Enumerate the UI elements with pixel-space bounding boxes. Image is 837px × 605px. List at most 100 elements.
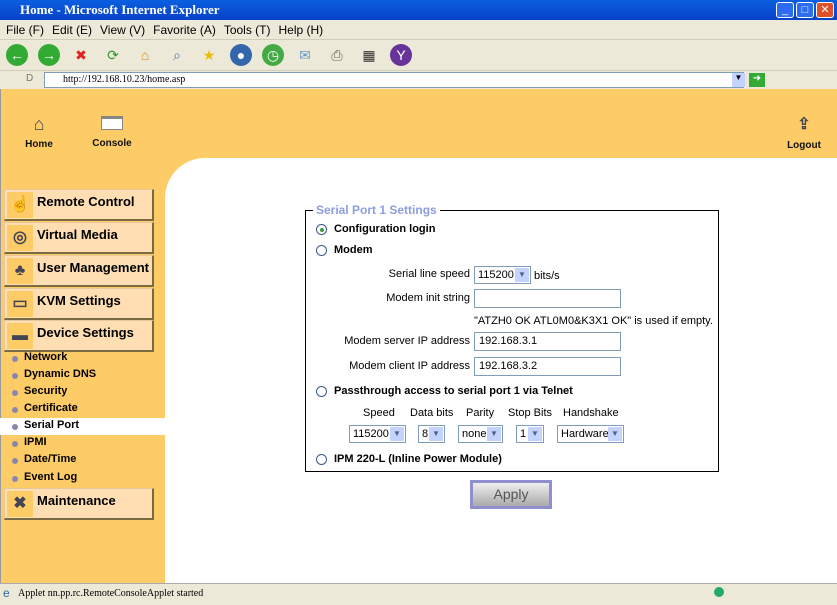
logout-icon: ⇪ bbox=[797, 116, 811, 133]
sidebar-item-certificate[interactable]: Certificate bbox=[0, 401, 165, 418]
messenger-icon[interactable]: Y bbox=[390, 44, 412, 66]
sidebar-item-security[interactable]: Security bbox=[0, 384, 165, 401]
handshake-value: Hardware bbox=[561, 428, 609, 440]
chevron-down-icon: ▼ bbox=[487, 427, 501, 441]
print-icon[interactable]: ⎙ bbox=[326, 44, 348, 66]
nav-user-management[interactable]: ♣ User Management bbox=[4, 255, 154, 287]
computer-icon: ▭ bbox=[7, 291, 33, 317]
nav-label: Virtual Media bbox=[37, 227, 118, 242]
console-label: Console bbox=[92, 138, 132, 149]
speed-value: 115200 bbox=[478, 269, 514, 281]
speed-label: Serial line speed bbox=[388, 268, 470, 280]
toolbar: ← → ✖ ⟳ ⌂ ⌕ ★ ● ◷ ✉ ⎙ ▦ Y bbox=[0, 40, 837, 71]
search-icon[interactable]: ⌕ bbox=[166, 44, 188, 66]
favorites-icon[interactable]: ★ bbox=[198, 44, 220, 66]
col-data-bits: Data bits bbox=[410, 407, 454, 419]
back-icon[interactable]: ← bbox=[6, 44, 28, 66]
media-icon[interactable]: ● bbox=[230, 44, 252, 66]
hand-icon: ☝ bbox=[7, 192, 33, 218]
nav-label: User Management bbox=[37, 260, 149, 275]
nav-label: KVM Settings bbox=[37, 293, 121, 308]
logout-link[interactable]: ⇪ Logout bbox=[782, 114, 826, 151]
stop-bits-select[interactable]: 1 ▼ bbox=[516, 425, 544, 443]
menu-file[interactable]: File (F) bbox=[6, 23, 44, 37]
internet-zone-icon bbox=[714, 587, 724, 597]
config-login-label: Configuration login bbox=[334, 223, 436, 235]
modem-init-input[interactable] bbox=[474, 289, 621, 308]
nav-device-settings[interactable]: ▬ Device Settings bbox=[4, 320, 154, 352]
house-icon: ⌂ bbox=[33, 114, 45, 134]
minimize-button[interactable]: _ bbox=[776, 2, 794, 18]
col-stop-bits: Stop Bits bbox=[508, 407, 553, 419]
chevron-down-icon: ▼ bbox=[528, 427, 542, 441]
users-icon: ♣ bbox=[7, 258, 33, 284]
device-icon: ▬ bbox=[7, 323, 33, 349]
chevron-down-icon: ▼ bbox=[429, 427, 443, 441]
stop-bits-value: 1 bbox=[520, 428, 527, 440]
data-bits-select[interactable]: 8 ▼ bbox=[418, 425, 445, 443]
stop-icon[interactable]: ✖ bbox=[70, 44, 92, 66]
apply-button[interactable]: Apply bbox=[470, 480, 552, 509]
sidebar-item-ipmi[interactable]: IPMI bbox=[0, 435, 165, 452]
address-input[interactable]: http://192.168.10.23/home.asp bbox=[44, 72, 744, 88]
ipm-label: IPM 220-L (Inline Power Module) bbox=[334, 453, 502, 465]
init-hint: "ATZH0 OK ATL0M0&K3X1 OK" is used if emp… bbox=[474, 315, 713, 327]
config-login-radio[interactable] bbox=[316, 224, 327, 235]
nav-maintenance[interactable]: ✖ Maintenance bbox=[4, 488, 154, 520]
client-ip-input[interactable]: 192.168.3.2 bbox=[474, 357, 621, 376]
refresh-icon[interactable]: ⟳ bbox=[102, 44, 124, 66]
go-icon[interactable]: ➜ bbox=[749, 73, 765, 87]
home-link[interactable]: ⌂ Home bbox=[18, 114, 60, 150]
ie-page-icon: e bbox=[3, 586, 10, 600]
nav-virtual-media[interactable]: ◎ Virtual Media bbox=[4, 222, 154, 254]
sidebar-item-serial-port[interactable]: Serial Port bbox=[0, 418, 165, 435]
sidebar-item-dynamic-dns[interactable]: Dynamic DNS bbox=[0, 367, 165, 384]
close-button[interactable]: ✕ bbox=[816, 2, 834, 18]
sidebar-item-date-time[interactable]: Date/Time bbox=[0, 452, 165, 469]
tools-icon: ✖ bbox=[7, 491, 33, 517]
address-label: D bbox=[26, 73, 34, 84]
data-bits-value: 8 bbox=[422, 428, 429, 440]
edit-icon[interactable]: ▦ bbox=[358, 44, 380, 66]
parity-select[interactable]: none ▼ bbox=[458, 425, 503, 443]
modem-radio[interactable] bbox=[316, 245, 327, 256]
handshake-select[interactable]: Hardware ▼ bbox=[557, 425, 624, 443]
nav-kvm-settings[interactable]: ▭ KVM Settings bbox=[4, 288, 154, 320]
menu-bar: File (F) Edit (E) View (V) Favorite (A) Tool… bbox=[0, 20, 837, 40]
passthrough-radio[interactable] bbox=[316, 386, 327, 397]
speed-unit: bits/s bbox=[534, 270, 560, 282]
passthrough-label: Passthrough access to serial port 1 via … bbox=[334, 385, 573, 397]
server-ip-input[interactable]: 192.168.3.1 bbox=[474, 332, 621, 351]
parity-value: none bbox=[462, 428, 487, 440]
modem-label: Modem bbox=[334, 244, 373, 256]
menu-tools[interactable]: Tools (T) bbox=[224, 23, 271, 37]
console-link[interactable]: Console bbox=[88, 114, 136, 149]
menu-favorite[interactable]: Favorite (A) bbox=[153, 23, 216, 37]
pt-speed-select[interactable]: 115200 ▼ bbox=[349, 425, 406, 443]
nav-label: Maintenance bbox=[37, 493, 116, 508]
serial-speed-select[interactable]: 115200 ▼ bbox=[474, 266, 531, 284]
maximize-button[interactable]: □ bbox=[796, 2, 814, 18]
menu-edit[interactable]: Edit (E) bbox=[52, 23, 92, 37]
address-dropdown-icon[interactable]: ▼ bbox=[732, 73, 745, 87]
sidebar-item-network[interactable]: Network bbox=[0, 350, 165, 367]
forward-icon[interactable]: → bbox=[38, 44, 60, 66]
nav-remote-control[interactable]: ☝ Remote Control bbox=[4, 189, 154, 221]
fieldset-legend: Serial Port 1 Settings bbox=[313, 203, 440, 217]
server-ip-label: Modem server IP address bbox=[344, 335, 470, 347]
chevron-down-icon: ▼ bbox=[390, 427, 404, 441]
home-icon[interactable]: ⌂ bbox=[134, 44, 156, 66]
status-bar: Applet nn.pp.rc.RemoteConsoleApplet star… bbox=[0, 583, 837, 605]
pt-speed-value: 115200 bbox=[353, 428, 389, 440]
disc-icon: ◎ bbox=[7, 225, 33, 251]
client-ip-label: Modem client IP address bbox=[349, 360, 470, 372]
sidebar-item-event-log[interactable]: Event Log bbox=[0, 470, 165, 487]
chevron-down-icon: ▼ bbox=[608, 427, 622, 441]
home-label: Home bbox=[25, 139, 53, 150]
mail-icon[interactable]: ✉ bbox=[294, 44, 316, 66]
nav-label: Device Settings bbox=[37, 325, 134, 340]
menu-help[interactable]: Help (H) bbox=[279, 23, 324, 37]
ipm-radio[interactable] bbox=[316, 454, 327, 465]
menu-view[interactable]: View (V) bbox=[100, 23, 145, 37]
history-icon[interactable]: ◷ bbox=[262, 44, 284, 66]
